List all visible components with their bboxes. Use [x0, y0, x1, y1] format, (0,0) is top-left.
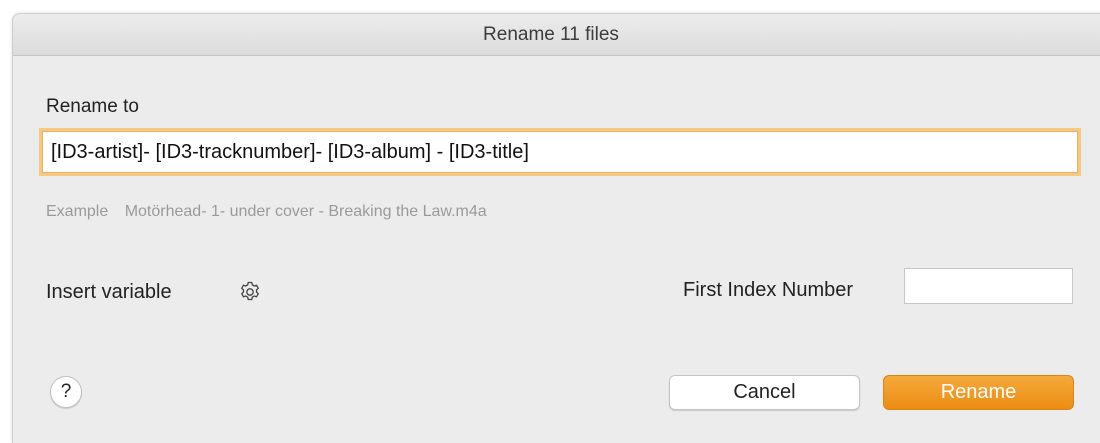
help-button[interactable]: ?	[50, 376, 82, 408]
example-label: Example	[46, 203, 109, 220]
rename-dialog: Rename 11 files Rename to Example Motörh…	[12, 13, 1100, 443]
insert-variable-label: Insert variable	[46, 281, 172, 303]
rename-button[interactable]: Rename	[883, 375, 1074, 410]
example-preview: Example Motörhead- 1- under cover - Brea…	[46, 203, 487, 221]
first-index-label: First Index Number	[683, 279, 854, 301]
rename-pattern-input[interactable]	[42, 131, 1078, 173]
insert-variable-button[interactable]	[236, 278, 264, 306]
first-index-input[interactable]	[904, 268, 1073, 304]
gear-icon	[241, 281, 259, 301]
rename-to-label: Rename to	[46, 96, 139, 117]
example-value: Motörhead- 1- under cover - Breaking the…	[124, 203, 487, 220]
title-bar: Rename 11 files	[13, 14, 1100, 56]
cancel-button[interactable]: Cancel	[669, 375, 860, 410]
dialog-title: Rename 11 files	[483, 24, 619, 45]
